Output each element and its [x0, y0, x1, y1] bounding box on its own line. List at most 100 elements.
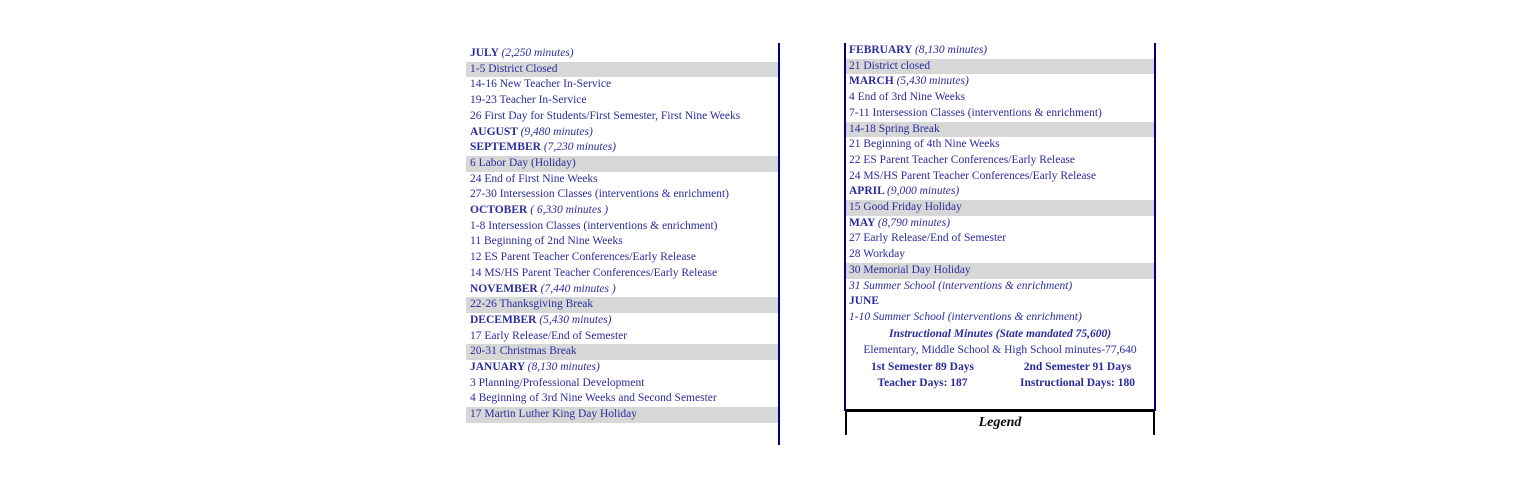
right-column-event: 4 End of 3rd Nine Weeks	[849, 91, 966, 104]
semester-1-days: 1st Semester 89 Days	[871, 360, 974, 373]
month-name: NOVEMBER	[470, 282, 538, 295]
left-column-row: DECEMBER (5,430 minutes)	[466, 312, 779, 329]
right-column-row: MARCH (5,430 minutes)	[845, 74, 1155, 91]
month-name: JUNE	[849, 295, 880, 308]
left-table-right-rule-lower	[778, 300, 780, 445]
right-table-right-rule	[1154, 43, 1156, 411]
month-name: FEBRUARY	[849, 44, 913, 56]
left-column-row: 27-30 Intersession Classes (intervention…	[466, 187, 779, 204]
left-column-month-heading: NOVEMBER (7,440 minutes )	[466, 282, 779, 298]
month-minutes: (5,430 minutes)	[896, 75, 969, 88]
month-minutes: (8,130 minutes)	[527, 361, 600, 374]
left-column-row: 1-8 Intersession Classes (interventions …	[466, 218, 779, 235]
right-calendar-table: FEBRUARY (8,130 minutes) 21 District clos…	[845, 43, 1155, 392]
summary-row-instructional-minutes: Instructional Minutes (State mandated 75…	[845, 325, 1155, 343]
summary-row-school-minutes: Elementary, Middle School & High School …	[845, 342, 1155, 359]
right-column-row: 27 Early Release/End of Semester	[845, 231, 1155, 248]
right-column-month-heading: MARCH (5,430 minutes)	[845, 74, 1155, 90]
right-column-month-heading: MAY (8,790 minutes)	[845, 216, 1155, 232]
left-column-event: 12 ES Parent Teacher Conferences/Early R…	[470, 251, 697, 264]
left-column-event: 19-23 Teacher In-Service	[470, 94, 587, 107]
left-column-row: SEPTEMBER (7,230 minutes)	[466, 140, 779, 156]
right-column-row: 21 Beginning of 4th Nine Weeks	[845, 137, 1155, 153]
month-minutes: (9,480 minutes)	[520, 125, 593, 138]
month-name: AUGUST	[470, 125, 518, 138]
left-column-month-heading: JANUARY (8,130 minutes)	[466, 360, 779, 376]
left-column-month-heading: SEPTEMBER (7,230 minutes)	[466, 140, 779, 156]
left-column-row: 6 Labor Day (Holiday)	[466, 155, 779, 172]
legend-box: Legend	[845, 409, 1155, 435]
left-column-event: 1-8 Intersession Classes (interventions …	[470, 219, 718, 232]
left-column-row: 4 Beginning of 3rd Nine Weeks and Second…	[466, 391, 779, 408]
right-column-row: 22 ES Parent Teacher Conferences/Early R…	[845, 152, 1155, 169]
right-column-row: 28 Workday	[845, 247, 1155, 263]
summary-rows: Instructional Minutes (State mandated 75…	[845, 325, 1155, 392]
right-column-month-heading: JUNE	[845, 294, 1155, 310]
right-column-row: 4 End of 3rd Nine Weeks	[845, 90, 1155, 106]
right-column-month-heading: FEBRUARY (8,130 minutes)	[845, 43, 1155, 59]
left-column-event: 27-30 Intersession Classes (intervention…	[470, 188, 730, 201]
right-column-row: MAY (8,790 minutes)	[845, 215, 1155, 232]
right-table-left-rule	[844, 43, 846, 411]
month-name: OCTOBER	[470, 204, 528, 217]
instructional-days: Instructional Days: 180	[1019, 377, 1135, 390]
left-column-event: 1-5 District Closed	[470, 62, 558, 75]
left-column-event: 26 First Day for Students/First Semester…	[470, 109, 741, 122]
left-column-row: 11 Beginning of 2nd Nine Weeks	[466, 234, 779, 251]
teacher-days: Teacher Days: 187	[877, 377, 968, 390]
month-minutes: (9,000 minutes)	[887, 185, 960, 198]
right-column-event: 30 Memorial Day Holiday	[849, 263, 971, 276]
legend-label: Legend	[978, 415, 1022, 430]
month-name: APRIL	[849, 185, 885, 198]
right-column-event: 14-18 Spring Break	[849, 122, 940, 135]
month-minutes: (7,440 minutes )	[540, 282, 616, 295]
left-column-row: 22-26 Thanksgiving Break	[466, 297, 779, 313]
right-column-event: 28 Workday	[849, 248, 906, 261]
right-column-row: 14-18 Spring Break	[845, 121, 1155, 138]
right-column-row: 15 Good Friday Holiday	[845, 200, 1155, 216]
left-column-row: 26 First Day for Students/First Semester…	[466, 108, 779, 125]
right-calendar-body: FEBRUARY (8,130 minutes) 21 District clos…	[845, 43, 1155, 326]
left-column-row: JANUARY (8,130 minutes)	[466, 360, 779, 376]
right-column-event: 7-11 Intersession Classes (interventions…	[849, 106, 1102, 119]
right-column-row: 21 District closed	[845, 58, 1155, 75]
left-column-event: 4 Beginning of 3rd Nine Weeks and Second…	[470, 392, 717, 405]
right-column-event: 22 ES Parent Teacher Conferences/Early R…	[849, 153, 1076, 166]
left-column-row: 20-31 Christmas Break	[466, 344, 779, 361]
left-column-event: 17 Martin Luther King Day Holiday	[470, 408, 638, 421]
left-column-row: OCTOBER ( 6,330 minutes )	[466, 203, 779, 219]
left-column-row: 24 End of First Nine Weeks	[466, 171, 779, 188]
left-calendar-body: JULY (2,250 minutes) 1-5 District Closed 1…	[466, 46, 779, 423]
right-column-row: FEBRUARY (8,130 minutes)	[845, 43, 1155, 59]
left-column-event: 14 MS/HS Parent Teacher Conferences/Earl…	[470, 266, 718, 279]
left-column-month-heading: OCTOBER ( 6,330 minutes )	[466, 203, 779, 219]
left-column-row: 14-16 New Teacher In-Service	[466, 77, 779, 94]
right-column-event: 1-10 Summer School (interventions & enri…	[849, 310, 1082, 323]
left-column-row: JULY (2,250 minutes)	[466, 46, 779, 62]
right-column-row: 31 Summer School (interventions & enrich…	[845, 278, 1155, 295]
left-column-row: 12 ES Parent Teacher Conferences/Early R…	[466, 250, 779, 266]
left-column-row: 19-23 Teacher In-Service	[466, 93, 779, 109]
right-column-row: 1-10 Summer School (interventions & enri…	[845, 309, 1155, 326]
left-column-row: 17 Martin Luther King Day Holiday	[466, 407, 779, 423]
month-name: DECEMBER	[470, 313, 537, 326]
left-column-event: 6 Labor Day (Holiday)	[470, 156, 576, 169]
month-minutes: (8,130 minutes)	[914, 44, 988, 56]
right-column-event: 15 Good Friday Holiday	[849, 201, 962, 214]
left-column-row: AUGUST (9,480 minutes)	[466, 124, 779, 141]
left-column-row: 17 Early Release/End of Semester	[466, 328, 779, 345]
right-column-event: 27 Early Release/End of Semester	[849, 232, 1007, 245]
calendar-page: JULY (2,250 minutes) 1-5 District Closed 1…	[0, 0, 1528, 502]
left-column-row: NOVEMBER (7,440 minutes )	[466, 281, 779, 298]
left-column-row: 1-5 District Closed	[466, 61, 779, 78]
semester-2-days: 2nd Semester 91 Days	[1023, 360, 1132, 373]
left-column-month-heading: DECEMBER (5,430 minutes)	[466, 313, 779, 329]
right-column-row: 7-11 Intersession Classes (interventions…	[845, 105, 1155, 122]
right-column-row: 30 Memorial Day Holiday	[845, 262, 1155, 279]
left-column-month-heading: AUGUST (9,480 minutes)	[466, 125, 779, 141]
left-calendar-table: JULY (2,250 minutes) 1-5 District Closed 1…	[466, 46, 779, 423]
left-column-event: 11 Beginning of 2nd Nine Weeks	[470, 235, 623, 248]
right-column-row: JUNE	[845, 294, 1155, 310]
left-column-month-heading: JULY (2,250 minutes)	[466, 46, 779, 62]
month-name: JULY	[470, 47, 499, 59]
